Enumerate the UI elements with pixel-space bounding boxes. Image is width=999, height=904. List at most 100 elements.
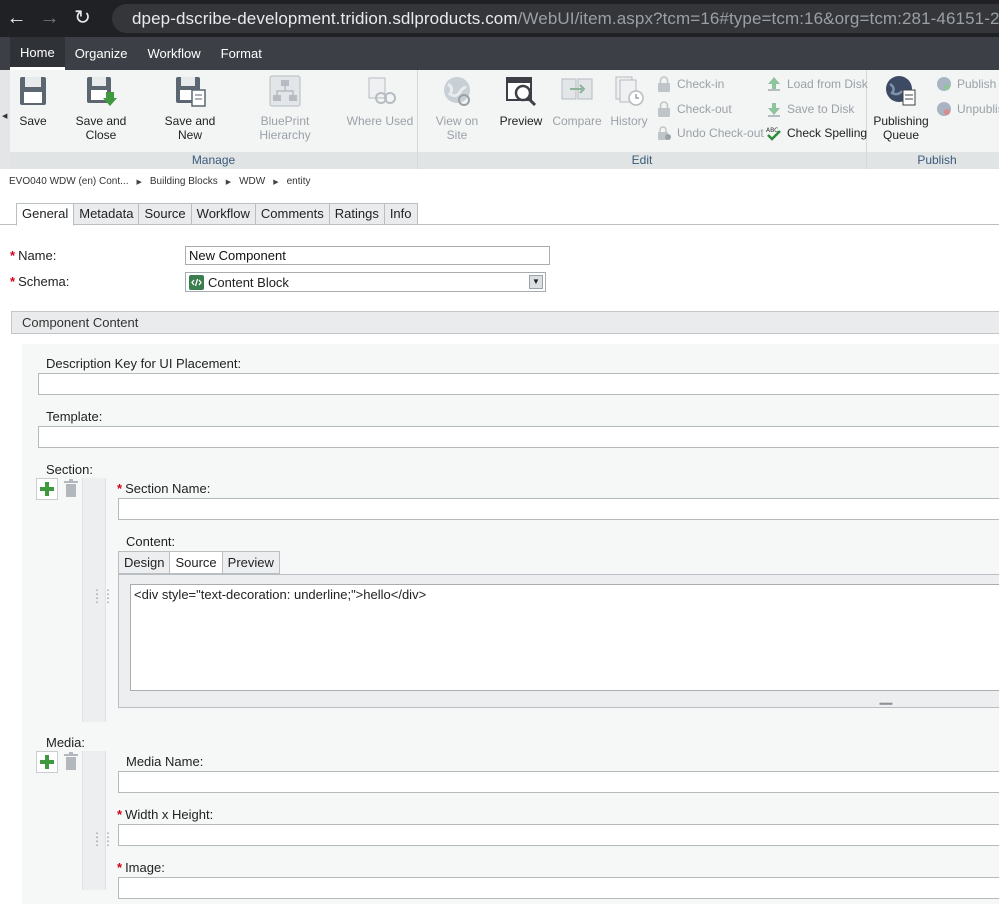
view-on-site-button[interactable]: View on Site: [424, 74, 490, 142]
blueprint-hierarchy-button[interactable]: BluePrint Hierarchy: [234, 74, 336, 142]
history-label: History: [610, 114, 648, 128]
save-button[interactable]: Save: [16, 74, 50, 128]
publishing-queue-button[interactable]: Publishing Queue: [871, 74, 931, 142]
check-in-label: Check-in: [677, 77, 725, 91]
width-height-input[interactable]: [118, 824, 999, 846]
check-spelling-button[interactable]: ABC Check Spelling: [766, 123, 867, 143]
section-label: Section:: [46, 462, 93, 477]
blueprint-hierarchy-icon: [269, 75, 301, 107]
dropdown-arrow-icon[interactable]: ▼: [529, 275, 543, 289]
where-used-label: Where Used: [346, 114, 414, 128]
chevron-right-icon: ▶: [225, 178, 232, 186]
history-clock-icon: [615, 76, 644, 106]
breadcrumb-item[interactable]: Building Blocks: [150, 176, 218, 187]
image-field-label: * Image:: [117, 860, 165, 875]
breadcrumb-item[interactable]: WDW: [239, 176, 265, 187]
media-drag-handle[interactable]: ⋮⋮ ⋮⋮: [82, 751, 114, 890]
blueprint-hierarchy-label: BluePrint Hierarchy: [259, 114, 311, 142]
save-and-close-button[interactable]: Save and Close: [60, 74, 142, 142]
preview-magnifier-icon: [506, 77, 537, 107]
media-name-label: Media Name:: [126, 754, 204, 769]
ribbon-tab-organize[interactable]: Organize: [65, 37, 138, 70]
component-content-header[interactable]: Component Content: [11, 311, 999, 334]
publish-button[interactable]: Publish: [936, 74, 996, 94]
section-name-input[interactable]: [118, 498, 999, 520]
save-and-new-button[interactable]: Save and New: [158, 74, 222, 142]
description-key-label: Description Key for UI Placement:: [46, 356, 242, 371]
tab-design[interactable]: Design: [118, 551, 171, 574]
section-name-field-label: * Section Name:: [117, 481, 210, 496]
tab-metadata[interactable]: Metadata: [74, 203, 140, 225]
description-key-input[interactable]: [38, 373, 999, 395]
tab-source[interactable]: Source: [139, 203, 192, 225]
globe-remove-icon: [937, 102, 951, 116]
unpublish-button[interactable]: Unpublish: [936, 99, 999, 119]
preview-label: Preview: [499, 114, 543, 128]
tab-ratings[interactable]: Ratings: [329, 203, 385, 225]
forward-arrow-icon[interactable]: →: [33, 0, 66, 37]
back-arrow-icon[interactable]: ←: [0, 0, 33, 37]
load-from-disk-button[interactable]: Load from Disk: [766, 74, 868, 94]
width-height-field-label: * Width x Height:: [117, 807, 213, 822]
history-button[interactable]: History: [606, 74, 652, 128]
compare-button[interactable]: Compare: [552, 74, 602, 128]
publishing-queue-icon: [886, 76, 916, 106]
lock-icon: [658, 101, 670, 117]
source-code-textarea[interactable]: <div style="text-decoration: underline;"…: [130, 584, 999, 691]
required-marker: *: [117, 860, 123, 875]
edit-group: View on Site Preview Compare History Che…: [418, 70, 868, 169]
required-marker: *: [10, 274, 16, 289]
delete-media-button[interactable]: [61, 751, 83, 773]
tab-info[interactable]: Info: [384, 203, 418, 225]
address-bar[interactable]: dpep-dscribe-development.tridion.sdlprod…: [112, 4, 999, 33]
floppy-disk-icon: [20, 77, 46, 105]
publishing-queue-label-line1: Publishing: [873, 114, 929, 128]
resize-grip-icon[interactable]: ••••••: [879, 699, 893, 709]
add-media-button[interactable]: [36, 751, 58, 773]
publish-label: Publish: [957, 77, 997, 91]
drag-dots-icon: ⋮⋮ ⋮⋮: [91, 830, 114, 848]
media-name-input[interactable]: [118, 771, 999, 793]
undo-check-out-button[interactable]: Undo Check-out: [656, 123, 764, 143]
section-drag-handle[interactable]: ⋮⋮ ⋮⋮: [82, 478, 114, 722]
required-marker: *: [10, 248, 16, 263]
check-in-button[interactable]: Check-in: [656, 74, 724, 94]
preview-button[interactable]: Preview: [498, 74, 544, 128]
delete-section-button[interactable]: [61, 478, 83, 500]
tab-workflow[interactable]: Workflow: [191, 203, 256, 225]
save-to-disk-button[interactable]: Save to Disk: [766, 99, 854, 119]
ribbon-tab-workflow[interactable]: Workflow: [137, 37, 210, 70]
schema-select[interactable]: Content Block ▼: [185, 272, 546, 292]
save-and-close-label: Save and Close: [75, 114, 127, 142]
publish-group-label: Publish: [867, 152, 999, 169]
item-tabs: General Metadata Source Workflow Comment…: [16, 203, 418, 226]
add-section-button[interactable]: [36, 478, 58, 500]
publish-group: Publishing Queue Publish Unpublish Publi…: [867, 70, 999, 169]
where-used-button[interactable]: Where Used: [346, 74, 414, 128]
reload-icon[interactable]: ↻: [66, 0, 99, 37]
template-input[interactable]: [38, 426, 999, 448]
ribbon-tab-format[interactable]: Format: [211, 37, 272, 70]
ribbon-tab-home[interactable]: Home: [10, 37, 65, 70]
name-input[interactable]: [185, 246, 550, 265]
breadcrumb-item[interactable]: entity: [287, 176, 311, 187]
image-input[interactable]: [118, 877, 999, 899]
lock-icon: [658, 76, 670, 92]
check-out-button[interactable]: Check-out: [656, 99, 732, 119]
tab-preview[interactable]: Preview: [222, 551, 280, 574]
drag-dots-icon: ⋮⋮ ⋮⋮: [91, 587, 114, 605]
breadcrumb: EVO040 WDW (en) Cont... ▶ Building Block…: [9, 176, 310, 187]
content-label: Content:: [126, 534, 176, 549]
compare-label: Compare: [552, 114, 602, 128]
save-and-new-label-line1: Save and: [164, 114, 216, 128]
ribbon-scroll-left[interactable]: ◀: [0, 70, 10, 169]
width-height-label-text: Width x Height:: [125, 807, 214, 822]
tab-comments[interactable]: Comments: [255, 203, 330, 225]
tab-source-view[interactable]: Source: [170, 551, 223, 574]
tab-general[interactable]: General: [16, 203, 75, 226]
chevron-right-icon: ▶: [136, 178, 142, 186]
manage-group: Save Save and Close Save and New BluePri…: [10, 70, 418, 169]
schema-selected-value: Content Block: [208, 274, 289, 290]
media-label: Media:: [46, 735, 86, 750]
breadcrumb-item[interactable]: EVO040 WDW (en) Cont...: [9, 176, 128, 187]
